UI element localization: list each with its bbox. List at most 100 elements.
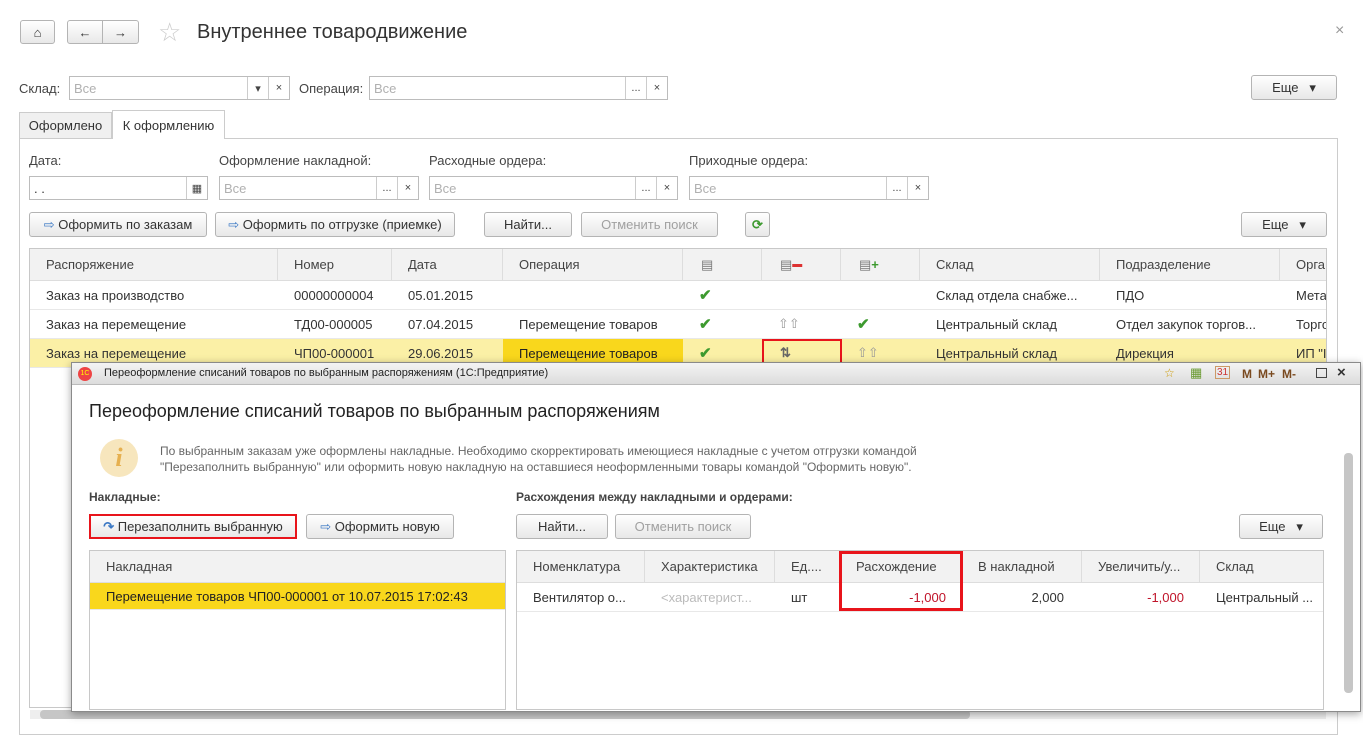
column-expense-icon[interactable]: ▤ ▬ bbox=[762, 249, 841, 280]
favorite-icon[interactable]: ☆ bbox=[1164, 366, 1175, 380]
dialog-window: 1С Переоформление списаний товаров по вы… bbox=[71, 362, 1361, 712]
cell-item: Вентилятор о... bbox=[533, 589, 626, 605]
cell-date: 07.04.2015 bbox=[408, 316, 474, 332]
difference-highlight bbox=[839, 551, 963, 611]
arrow-right-icon: ⇨ bbox=[228, 216, 243, 232]
home-button[interactable]: ⌂ bbox=[20, 20, 55, 44]
cell-operation bbox=[503, 281, 683, 309]
column-warehouse[interactable]: Склад bbox=[920, 249, 1100, 280]
dropdown-button[interactable]: ▾ bbox=[247, 77, 268, 99]
cell-characteristic: <характерист... bbox=[661, 589, 752, 605]
clear-button[interactable]: × bbox=[656, 177, 677, 199]
refill-selected-button[interactable]: ↷ Перезаполнить выбранную bbox=[89, 514, 297, 539]
clear-button[interactable]: × bbox=[646, 77, 667, 99]
tab-to-process[interactable]: К оформлению bbox=[112, 110, 225, 139]
label: Перезаполнить выбранную bbox=[117, 519, 283, 534]
table-row[interactable]: Заказ на перемещение ТД00-000005 07.04.2… bbox=[30, 310, 1326, 339]
column-organization[interactable]: Орга bbox=[1280, 249, 1326, 280]
label: Оформить по заказам bbox=[58, 217, 193, 232]
label: Оформить по отгрузке (приемке) bbox=[242, 217, 442, 232]
operation-label: Операция: bbox=[299, 81, 364, 96]
close-button[interactable]: × bbox=[1335, 22, 1344, 40]
column-income-icon[interactable]: ▤ + bbox=[841, 249, 920, 280]
column-change[interactable]: Увеличить/у... bbox=[1082, 551, 1200, 582]
close-icon[interactable]: × bbox=[1337, 364, 1346, 381]
dialog-window-title: Переоформление списаний товаров по выбра… bbox=[104, 367, 549, 379]
placeholder: Все bbox=[694, 181, 717, 196]
more-button[interactable]: Еще ▾ bbox=[1241, 212, 1327, 237]
calendar-icon[interactable]: 31 bbox=[1215, 366, 1231, 379]
find-button[interactable]: Найти... bbox=[516, 514, 608, 539]
select-button[interactable]: ... bbox=[635, 177, 656, 199]
refresh-button[interactable]: ⟳ bbox=[745, 212, 770, 237]
memory-button[interactable]: M bbox=[1242, 367, 1252, 381]
select-button[interactable]: ... bbox=[886, 177, 907, 199]
process-by-shipment-button[interactable]: ⇨ Оформить по отгрузке (приемке) bbox=[215, 212, 455, 237]
arrow-right-icon: → bbox=[114, 24, 127, 40]
cell-organization: Мета bbox=[1296, 287, 1327, 303]
check-icon: ✔ bbox=[699, 316, 712, 333]
date-input[interactable]: . . ▦ bbox=[29, 176, 208, 200]
cell-change: -1,000 bbox=[1147, 589, 1184, 605]
tab-processed[interactable]: Оформлено bbox=[19, 112, 112, 139]
process-by-orders-button[interactable]: ⇨ Оформить по заказам bbox=[29, 212, 207, 237]
back-button[interactable]: ← bbox=[67, 20, 103, 44]
double-up-arrow-icon: ⇧⇧ bbox=[778, 316, 800, 331]
memory-plus-button[interactable]: M+ bbox=[1258, 367, 1275, 381]
favorite-star-icon[interactable]: ☆ bbox=[158, 17, 181, 48]
income-status bbox=[841, 281, 920, 309]
differences-label: Расхождения между накладными и ордерами: bbox=[516, 490, 793, 504]
memory-minus-button[interactable]: M- bbox=[1282, 367, 1296, 381]
more-label: Еще bbox=[1272, 80, 1299, 95]
cancel-search-button[interactable]: Отменить поиск bbox=[581, 212, 718, 237]
column-warehouse[interactable]: Склад bbox=[1200, 551, 1323, 582]
check-icon: ✔ bbox=[857, 316, 870, 333]
find-button[interactable]: Найти... bbox=[484, 212, 572, 237]
clear-button[interactable]: × bbox=[907, 177, 928, 199]
select-button[interactable]: ... bbox=[376, 177, 397, 199]
expense-input[interactable]: Все... × bbox=[429, 176, 678, 200]
operation-filter-input[interactable]: Все ... × bbox=[369, 76, 668, 100]
invoice-label: Оформление накладной: bbox=[219, 153, 372, 168]
income-input[interactable]: Все... × bbox=[689, 176, 929, 200]
warehouse-filter-input[interactable]: Все ▾ × bbox=[69, 76, 290, 100]
select-button[interactable]: ... bbox=[625, 77, 646, 99]
home-icon: ⌂ bbox=[33, 24, 42, 40]
expense-status bbox=[762, 281, 841, 309]
cancel-search-button[interactable]: Отменить поиск bbox=[615, 514, 751, 539]
column-department[interactable]: Подразделение bbox=[1100, 249, 1280, 280]
calculator-icon[interactable]: ▦ bbox=[1190, 365, 1202, 381]
forward-button[interactable]: → bbox=[102, 20, 139, 44]
more-label: Еще bbox=[1262, 217, 1289, 232]
dialog-heading: Переоформление списаний товаров по выбра… bbox=[89, 401, 660, 421]
calendar-icon[interactable]: ▦ bbox=[186, 177, 207, 199]
cell-order: Заказ на перемещение bbox=[46, 316, 187, 332]
column-invoice[interactable]: Накладная bbox=[90, 551, 505, 582]
column-characteristic[interactable]: Характеристика bbox=[645, 551, 775, 582]
clear-button[interactable]: × bbox=[397, 177, 418, 199]
column-unit[interactable]: Ед.... bbox=[775, 551, 840, 582]
column-date[interactable]: Дата bbox=[392, 249, 503, 280]
column-in-invoice[interactable]: В накладной bbox=[962, 551, 1082, 582]
page-title: Внутреннее товародвижение bbox=[197, 21, 468, 43]
column-order[interactable]: Распоряжение bbox=[30, 249, 278, 280]
invoice-input[interactable]: Все... × bbox=[219, 176, 419, 200]
column-document-icon[interactable]: ▤ bbox=[683, 249, 762, 280]
placeholder: Все bbox=[434, 181, 457, 196]
table-row[interactable]: Заказ на производство 00000000004 05.01.… bbox=[30, 281, 1326, 310]
column-item[interactable]: Номенклатура bbox=[517, 551, 645, 582]
invoice-row-selected[interactable]: Перемещение товаров ЧП00-000001 от 10.07… bbox=[90, 583, 505, 610]
dialog-title-bar: 1С Переоформление списаний товаров по вы… bbox=[72, 363, 1360, 385]
column-number[interactable]: Номер bbox=[278, 249, 392, 280]
create-new-button[interactable]: ⇨ Оформить новую bbox=[306, 514, 454, 539]
column-operation[interactable]: Операция bbox=[503, 249, 683, 280]
clear-button[interactable]: × bbox=[268, 77, 289, 99]
more-button[interactable]: Еще ▾ bbox=[1239, 514, 1323, 539]
check-icon: ✔ bbox=[699, 287, 712, 304]
expense-label: Расходные ордера: bbox=[429, 153, 547, 168]
cell-date: 05.01.2015 bbox=[408, 287, 474, 303]
maximize-icon[interactable] bbox=[1316, 368, 1327, 378]
more-button[interactable]: Еще ▾ bbox=[1251, 75, 1337, 100]
vertical-scrollbar[interactable] bbox=[1344, 407, 1354, 707]
cell-in-invoice: 2,000 bbox=[1031, 589, 1064, 605]
